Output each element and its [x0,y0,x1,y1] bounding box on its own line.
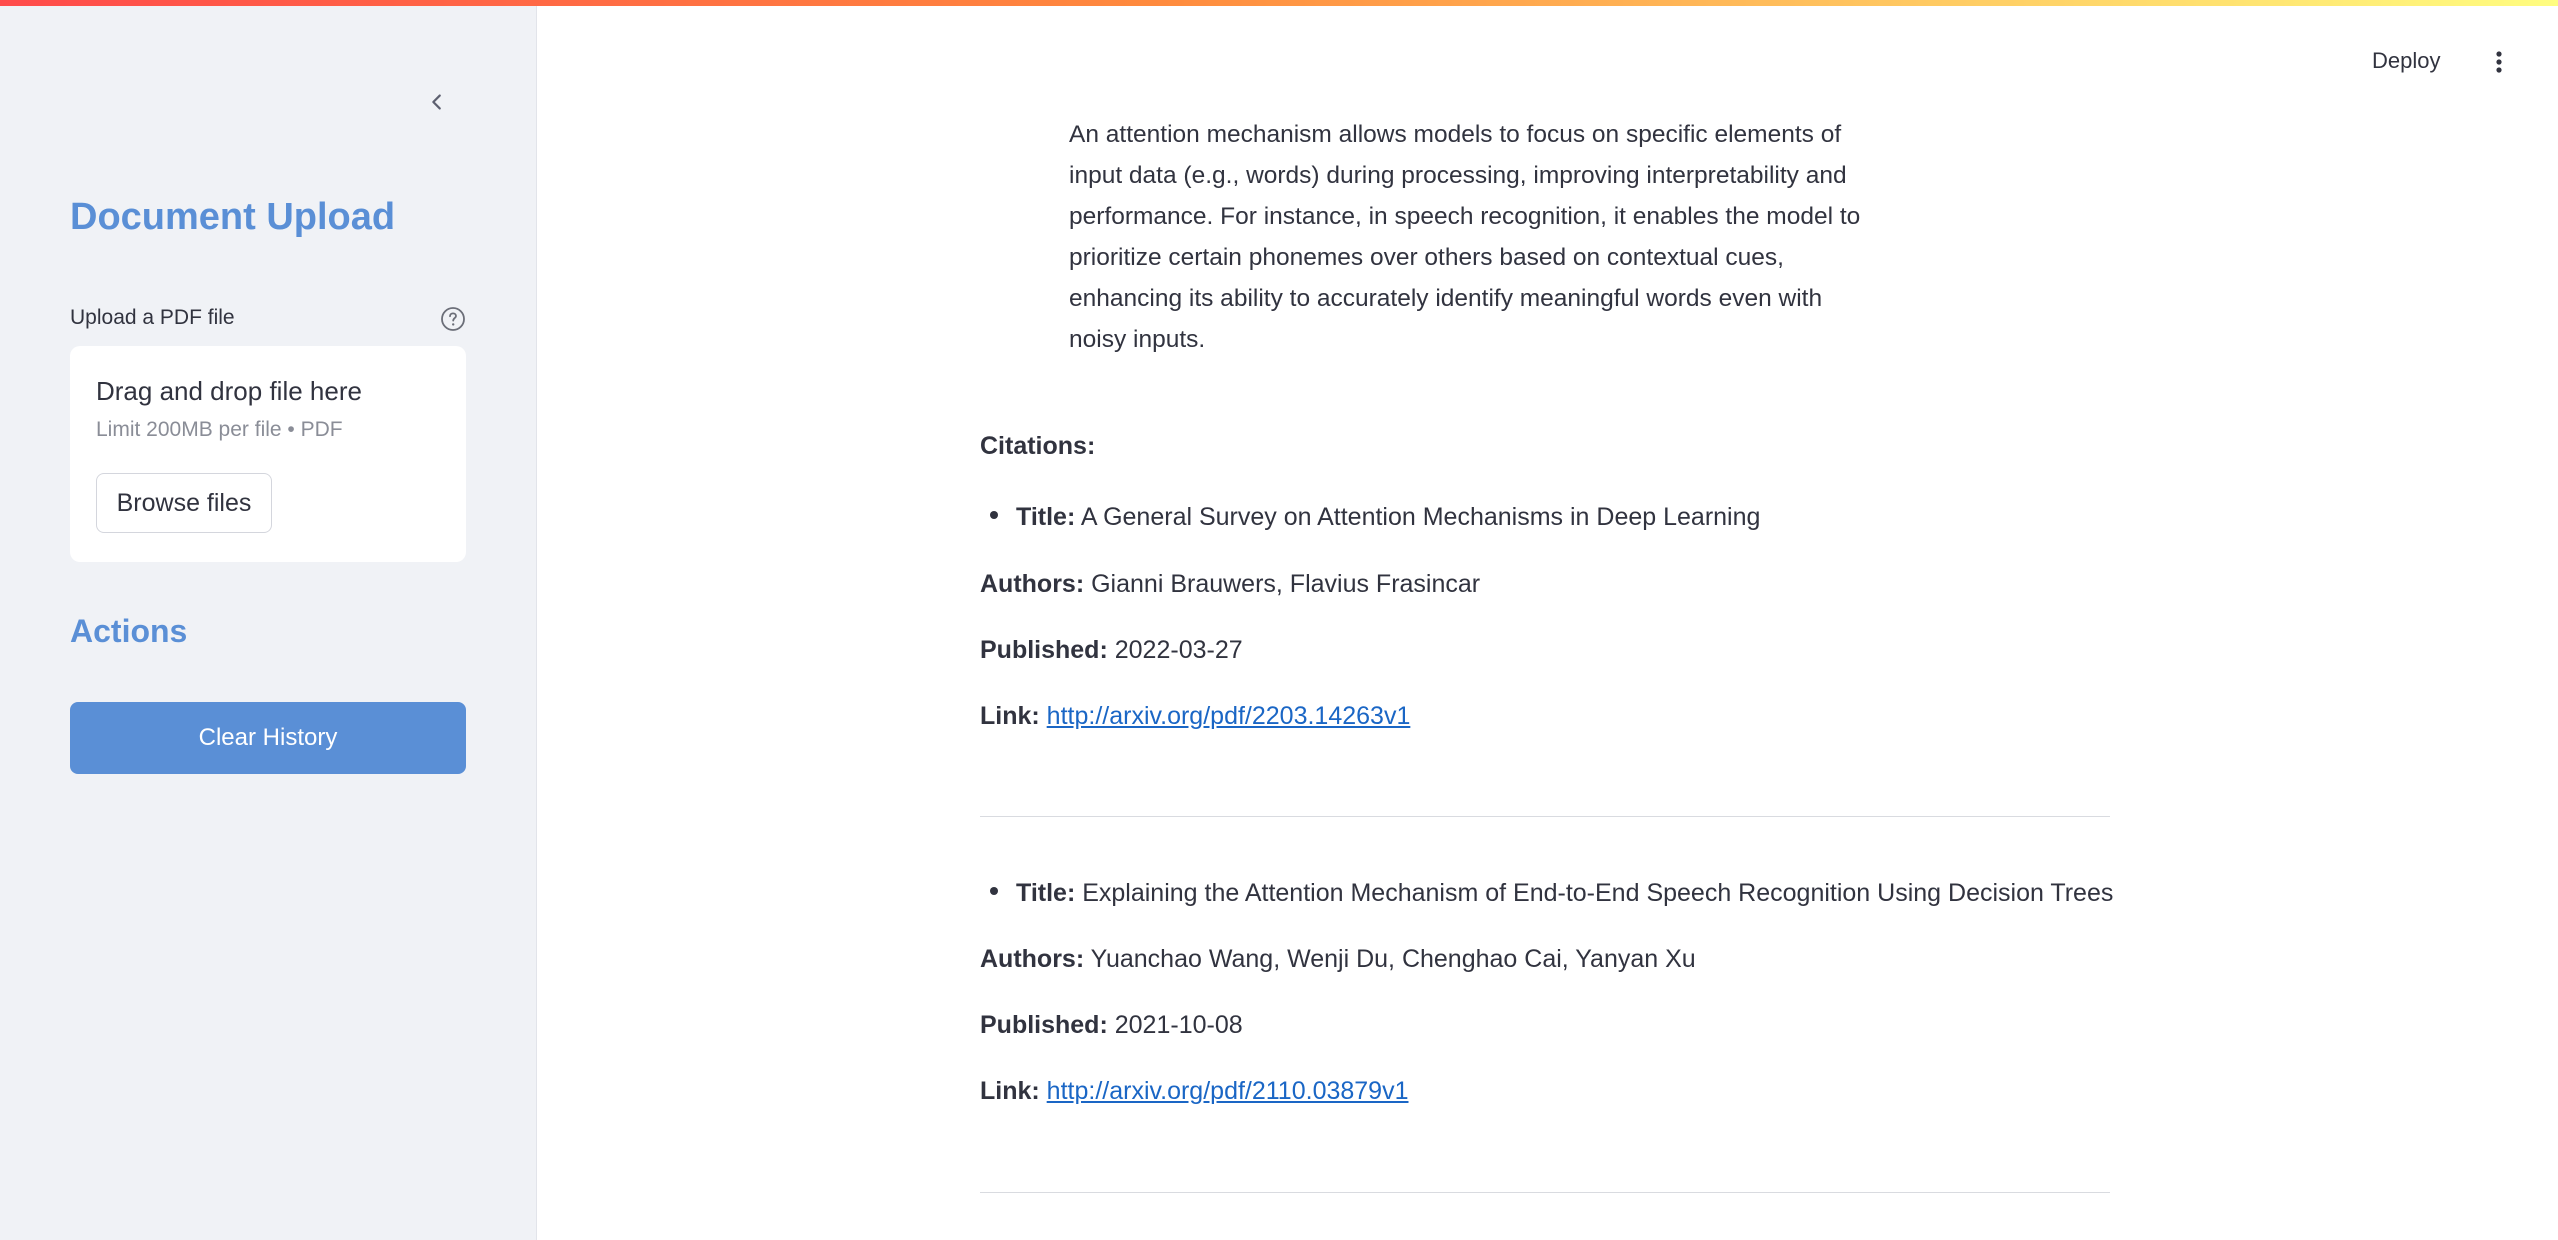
title-label: Title: [1016,879,1076,907]
upload-label: Upload a PDF file [70,306,235,329]
actions-heading: Actions [70,613,188,649]
citation-link-line: Link: http://arxiv.org/pdf/2203.14263v1 [980,702,1410,731]
bullet-icon [990,511,998,520]
answer-text: An attention mechanism allows models to … [1069,121,1861,353]
top-decoration-bar [0,0,2558,6]
citation-published: 2022-03-27 [1114,636,1243,664]
dropzone-limit-text: Limit 200MB per file • PDF [96,418,343,441]
citations-label: Citations: [980,432,1096,460]
published-label: Published: [980,1011,1108,1039]
citation-published-line: Published: 2021-10-08 [980,1011,1243,1040]
bullet-icon [990,887,998,896]
citation-title: A General Survey on Attention Mechanisms… [1080,503,1761,531]
link-label: Link: [980,1077,1040,1105]
chevron-left-icon [432,94,441,110]
citation-link[interactable]: http://arxiv.org/pdf/2110.03879v1 [1047,1077,1409,1105]
citation-authors: Gianni Brauwers, Flavius Frasincar [1091,570,1481,598]
citation-title: Explaining the Attention Mechanism of En… [1082,879,2114,907]
sidebar: Document Upload Upload a PDF file Drag a… [0,0,537,1240]
collapse-sidebar-button[interactable] [421,86,453,118]
title-label: Title: [1016,503,1076,531]
citation-title-line: Title: Explaining the Attention Mechanis… [980,879,2113,908]
citation-authors: Yuanchao Wang, Wenji Du, Chenghao Cai, Y… [1090,945,1696,973]
authors-label: Authors: [980,570,1085,598]
file-dropzone[interactable]: Drag and drop file here Limit 200MB per … [70,346,466,562]
citation-published-line: Published: 2022-03-27 [980,636,1243,665]
vertical-dots-icon[interactable] [2484,46,2514,78]
authors-label: Authors: [980,945,1085,973]
divider [980,816,2110,817]
citation-authors-line: Authors: Yuanchao Wang, Wenji Du, Chengh… [980,945,1696,974]
help-circle-icon[interactable] [440,306,466,332]
dropzone-title: Drag and drop file here [96,376,362,406]
citation-link-line: Link: http://arxiv.org/pdf/2110.03879v1 [980,1077,1409,1106]
document-upload-heading: Document Upload [70,196,396,238]
link-label: Link: [980,702,1040,730]
citation-link[interactable]: http://arxiv.org/pdf/2203.14263v1 [1047,702,1411,730]
citation-authors-line: Authors: Gianni Brauwers, Flavius Frasin… [980,570,1480,599]
deploy-button[interactable]: Deploy [2372,48,2440,74]
clear-history-button[interactable]: Clear History [70,702,466,774]
divider [980,1192,2110,1193]
citation-published: 2021-10-08 [1114,1011,1243,1039]
published-label: Published: [980,636,1108,664]
citation-title-line: Title: A General Survey on Attention Mec… [980,503,1760,532]
browse-files-button[interactable]: Browse files [96,473,272,533]
